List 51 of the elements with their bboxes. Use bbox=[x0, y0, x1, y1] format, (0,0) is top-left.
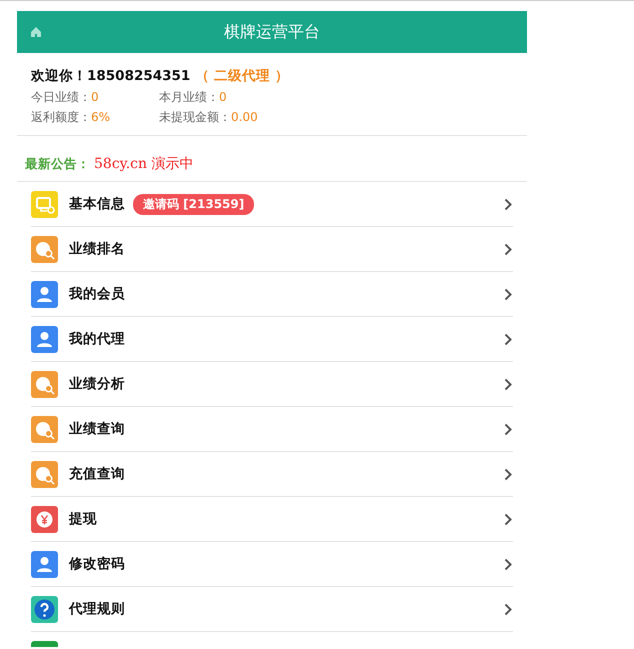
chevron-right-icon bbox=[504, 198, 512, 210]
menu-label: 业绩排名 bbox=[69, 240, 125, 258]
stat-text: 今日业绩：0 bbox=[31, 89, 100, 106]
menu-item[interactable]: 我的会员 bbox=[31, 272, 513, 317]
stat-text: 返利额度：6% bbox=[31, 109, 112, 126]
chevron-right-icon bbox=[504, 558, 512, 570]
notice-text: 58cy.cn 演示中 bbox=[94, 155, 194, 173]
menu-item[interactable]: 基本信息 邀请码 [213559] bbox=[31, 182, 513, 227]
menu-label: 我的代理 bbox=[69, 330, 125, 348]
menu-label: 修改密码 bbox=[69, 555, 125, 573]
menu-label: 业绩分析 bbox=[69, 375, 125, 393]
home-icon[interactable] bbox=[30, 26, 42, 38]
person-icon bbox=[31, 280, 58, 308]
coin-search-icon bbox=[31, 236, 58, 262]
welcome-text: 欢迎你！18508254351 bbox=[31, 68, 190, 84]
menu-item[interactable]: 业绩查询 bbox=[31, 407, 513, 452]
menu-label: 提现 bbox=[69, 510, 97, 528]
agent-level: （ 二级代理 ） bbox=[195, 68, 289, 84]
chevron-right-icon bbox=[504, 332, 512, 346]
menu-item[interactable]: 业绩分析 bbox=[31, 362, 513, 407]
notice-label: 最新公告： bbox=[25, 156, 90, 173]
coin-search-icon bbox=[31, 370, 58, 398]
menu-label: 我的会员 bbox=[69, 285, 125, 303]
chevron-right-icon bbox=[504, 378, 512, 390]
menu-item[interactable]: 提现 bbox=[31, 497, 513, 542]
chevron-right-icon bbox=[504, 512, 512, 526]
person-icon bbox=[31, 550, 58, 578]
menu-label: 代理规则 bbox=[69, 600, 125, 618]
help-icon bbox=[31, 596, 58, 622]
chevron-right-icon bbox=[504, 602, 512, 616]
menu-item[interactable]: 业绩排名 bbox=[31, 227, 513, 272]
menu-item[interactable]: 修改密码 bbox=[31, 542, 513, 587]
chevron-right-icon bbox=[504, 468, 512, 480]
chevron-right-icon bbox=[504, 242, 512, 256]
menu-label: 业绩查询 bbox=[69, 420, 125, 438]
yen-icon bbox=[31, 506, 58, 532]
page-title: 棋牌运营平台 bbox=[224, 22, 320, 42]
stat-text: 本月业绩：0 bbox=[159, 89, 228, 106]
menu-label: 充值查询 bbox=[69, 465, 125, 483]
chevron-right-icon bbox=[504, 288, 512, 300]
menu-item[interactable]: 我的代理 bbox=[31, 317, 513, 362]
person-icon bbox=[31, 326, 58, 352]
menu-item[interactable]: 代理规则 bbox=[31, 587, 513, 632]
coin-search-icon bbox=[31, 416, 58, 442]
monitor-icon bbox=[31, 190, 58, 218]
menu-item[interactable]: 充值查询 bbox=[31, 452, 513, 497]
menu-label: 基本信息 bbox=[69, 195, 125, 213]
chevron-right-icon bbox=[504, 422, 512, 436]
invite-code-badge: 邀请码 [213559] bbox=[133, 194, 254, 214]
coin-search-icon bbox=[31, 460, 58, 488]
stat-text: 未提现金额：0.00 bbox=[159, 109, 259, 126]
